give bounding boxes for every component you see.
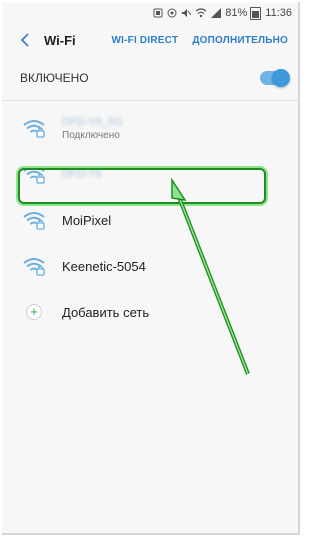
network-list: DFD-Y6_5G Подключено DFD-Y6 MoiPixel Kee… — [2, 101, 298, 335]
battery-icon — [250, 6, 262, 20]
network-name: Keenetic-5054 — [62, 258, 146, 274]
add-network-icon: + — [22, 300, 46, 324]
notification-icon — [153, 8, 163, 18]
status-bar: 81% 11:36 — [2, 2, 298, 24]
add-network-item[interactable]: + Добавить сеть — [2, 289, 298, 335]
screen: 81% 11:36 Wi-Fi WI-FI DIRECT ДОПОЛНИТЕЛЬ… — [2, 2, 300, 535]
mute-icon — [181, 8, 192, 18]
wifi-toggle-label: ВКЛЮЧЕНО — [20, 71, 89, 85]
wifi-locked-icon — [22, 254, 46, 278]
battery-level: 81% — [225, 7, 248, 19]
network-name: DFD-Y6 — [62, 168, 102, 180]
notification-icon-2 — [167, 8, 177, 18]
app-header: Wi-Fi WI-FI DIRECT ДОПОЛНИТЕЛЬНО — [2, 24, 298, 56]
wifi-direct-button[interactable]: WI-FI DIRECT — [112, 35, 179, 46]
plus-icon: + — [26, 304, 42, 320]
back-button[interactable] — [14, 29, 36, 51]
network-name: DFD-Y6_5G — [62, 115, 123, 128]
network-item-2[interactable]: DFD-Y6 — [2, 151, 298, 197]
add-network-label: Добавить сеть — [62, 304, 150, 320]
network-status: Подключено — [62, 129, 120, 141]
advanced-button[interactable]: ДОПОЛНИТЕЛЬНО — [192, 35, 288, 46]
page-title: Wi-Fi — [44, 32, 76, 48]
wifi-locked-icon — [22, 208, 46, 232]
wifi-locked-icon — [22, 162, 46, 186]
wifi-toggle-row[interactable]: ВКЛЮЧЕНО — [2, 56, 298, 101]
network-item-1[interactable]: DFD-Y6_5G Подключено — [2, 105, 298, 151]
network-item-keenetic[interactable]: Keenetic-5054 — [2, 243, 298, 289]
network-name: MoiPixel — [62, 212, 112, 228]
signal-icon — [211, 8, 222, 18]
wifi-status-icon — [195, 8, 207, 18]
network-item-moipixel[interactable]: MoiPixel — [2, 197, 298, 243]
clock: 11:36 — [265, 7, 292, 19]
switch-knob — [272, 69, 290, 87]
chevron-left-icon — [20, 33, 29, 47]
wifi-toggle-switch[interactable] — [260, 69, 290, 87]
wifi-locked-icon — [22, 116, 46, 140]
